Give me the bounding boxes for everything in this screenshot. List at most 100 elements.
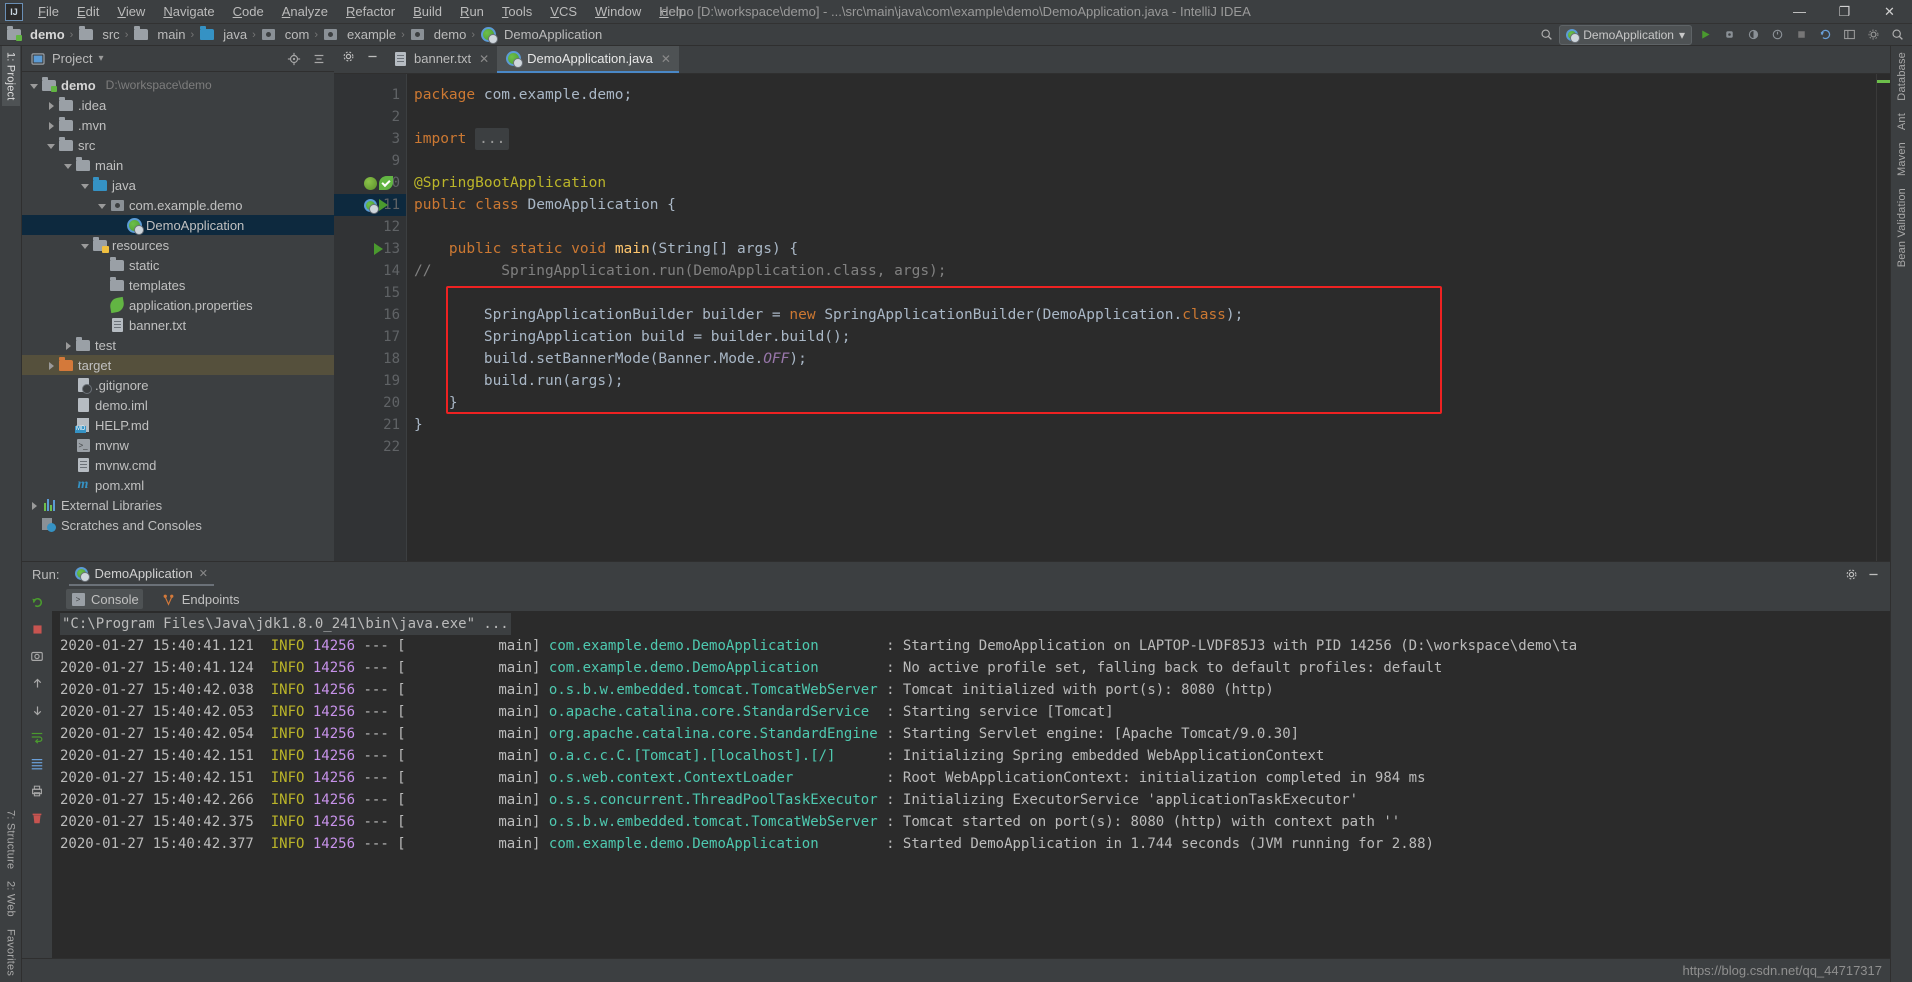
close-icon[interactable]: ✕: [661, 52, 671, 66]
layout-icon[interactable]: [1838, 25, 1860, 45]
menu-item-vcs[interactable]: VCS: [541, 1, 586, 22]
gutter-line-16[interactable]: 16: [334, 304, 406, 326]
project-tree[interactable]: demo D:\workspace\demo .idea .mvn src main jav…: [22, 72, 334, 561]
tree-node-pom-xml[interactable]: m pom.xml: [22, 475, 334, 495]
tree-node-demoapplication[interactable]: DemoApplication: [22, 215, 334, 235]
clear-all-icon[interactable]: [28, 809, 46, 827]
code-line-14[interactable]: // SpringApplication.run(DemoApplication…: [406, 260, 1890, 282]
settings-gear-icon[interactable]: [1862, 25, 1884, 45]
gutter-line-17[interactable]: 17: [334, 326, 406, 348]
editor-gutter[interactable]: 123910111213141516171819202122: [334, 74, 406, 561]
gutter-line-3[interactable]: 3: [334, 128, 406, 150]
run-gutter-icon[interactable]: [379, 199, 388, 211]
code-line-2[interactable]: [406, 106, 1890, 128]
code-line-3[interactable]: import ...: [406, 128, 1890, 150]
editor-scrollbar[interactable]: [1877, 74, 1890, 561]
gutter-line-15[interactable]: 15: [334, 282, 406, 304]
editor-tab-demoapplication-java[interactable]: DemoApplication.java ✕: [497, 46, 679, 73]
run-tab-demoapplication[interactable]: DemoApplication ✕: [69, 563, 214, 586]
search-icon[interactable]: [1886, 25, 1908, 45]
profiler-icon[interactable]: [1766, 25, 1788, 45]
breadcrumb-item-demo[interactable]: demo: [408, 27, 469, 43]
tree-node-java[interactable]: java: [22, 175, 334, 195]
code-line-15[interactable]: [406, 282, 1890, 304]
code-line-17[interactable]: SpringApplication build = builder.build(…: [406, 326, 1890, 348]
tree-node--idea[interactable]: .idea: [22, 95, 334, 115]
sidebar-item-database[interactable]: Database: [1893, 46, 1911, 107]
run-coverage-icon[interactable]: [1742, 25, 1764, 45]
menu-item-refactor[interactable]: Refactor: [337, 1, 404, 22]
code-line-9[interactable]: [406, 150, 1890, 172]
tree-node-external-libraries[interactable]: External Libraries: [22, 495, 334, 515]
menu-item-view[interactable]: View: [108, 1, 154, 22]
locate-in-tree-icon[interactable]: [283, 49, 305, 69]
chevron-right-icon[interactable]: [45, 359, 58, 372]
gutter-line-13[interactable]: 13: [334, 238, 406, 260]
sidebar-item-project[interactable]: 1: Project: [1, 46, 20, 107]
gutter-line-11[interactable]: 11: [334, 194, 406, 216]
tree-node-help-md[interactable]: HELP.md: [22, 415, 334, 435]
soft-wrap-icon[interactable]: [28, 728, 46, 746]
gutter-line-14[interactable]: 14: [334, 260, 406, 282]
tree-node-demo-iml[interactable]: demo.iml: [22, 395, 334, 415]
stop-icon[interactable]: [28, 620, 46, 638]
gutter-line-1[interactable]: 1: [334, 84, 406, 106]
gutter-line-18[interactable]: 18: [334, 348, 406, 370]
sidebar-item-ant[interactable]: Ant: [1893, 107, 1911, 136]
camera-icon[interactable]: [28, 647, 46, 665]
tree-node-target[interactable]: target: [22, 355, 334, 375]
chevron-down-icon[interactable]: [96, 199, 109, 212]
editor-tab-banner-txt[interactable]: banner.txt ✕: [384, 46, 497, 73]
run-configuration-selector[interactable]: DemoApplication ▾: [1559, 24, 1692, 45]
code-line-11[interactable]: public class DemoApplication {: [406, 194, 1890, 216]
editor-area[interactable]: 123910111213141516171819202122 package c…: [334, 74, 1890, 561]
breadcrumb-item-java[interactable]: java: [197, 26, 249, 43]
chevron-down-icon[interactable]: ▾: [1679, 28, 1685, 42]
sidebar-item-favorites[interactable]: Favorites: [2, 923, 20, 982]
chevron-down-icon[interactable]: [28, 79, 41, 92]
console-output[interactable]: "C:\Program Files\Java\jdk1.8.0_241\bin\…: [52, 611, 1890, 958]
gutter-line-22[interactable]: 22: [334, 436, 406, 458]
scroll-to-end-icon[interactable]: [28, 755, 46, 773]
chevron-right-icon[interactable]: [28, 499, 41, 512]
gutter-line-20[interactable]: 20: [334, 392, 406, 414]
chevron-right-icon[interactable]: [62, 339, 75, 352]
console-tab-console[interactable]: > Console: [66, 589, 143, 609]
console-tab-endpoints[interactable]: Endpoints: [157, 589, 244, 609]
menu-item-analyze[interactable]: Analyze: [273, 1, 337, 22]
code-line-19[interactable]: build.run(args);: [406, 370, 1890, 392]
chevron-right-icon[interactable]: [45, 99, 58, 112]
down-icon[interactable]: [28, 701, 46, 719]
tree-node-test[interactable]: test: [22, 335, 334, 355]
run-hide-panel-icon[interactable]: [1862, 565, 1884, 585]
code-content[interactable]: package com.example.demo; import ... @Sp…: [406, 74, 1890, 561]
inspection-ok-icon[interactable]: [379, 176, 393, 190]
run-gutter-icon[interactable]: [374, 243, 383, 255]
tree-node-banner-txt[interactable]: banner.txt: [22, 315, 334, 335]
search-everywhere-icon[interactable]: [1535, 25, 1557, 45]
stop-icon[interactable]: [1790, 25, 1812, 45]
menu-item-tools[interactable]: Tools: [493, 1, 541, 22]
sidebar-item-bean-validation[interactable]: Bean Validation: [1893, 182, 1911, 273]
run-settings-gear-icon[interactable]: [1840, 565, 1862, 585]
menu-item-build[interactable]: Build: [404, 1, 451, 22]
editor-settings-gear-icon[interactable]: [336, 46, 360, 66]
gutter-line-2[interactable]: 2: [334, 106, 406, 128]
sidebar-item-maven[interactable]: Maven: [1893, 136, 1911, 182]
maximize-button[interactable]: ❐: [1822, 0, 1867, 24]
editor-hide-panel-icon[interactable]: [360, 46, 384, 66]
tree-node--gitignore[interactable]: .gitignore: [22, 375, 334, 395]
code-line-18[interactable]: build.setBannerMode(Banner.Mode.OFF);: [406, 348, 1890, 370]
code-line-13[interactable]: public static void main(String[] args) {: [406, 238, 1890, 260]
menu-item-navigate[interactable]: Navigate: [154, 1, 223, 22]
gutter-line-12[interactable]: 12: [334, 216, 406, 238]
breadcrumb-item-example[interactable]: example: [321, 27, 398, 43]
close-icon[interactable]: ✕: [479, 52, 489, 66]
update-project-icon[interactable]: [1814, 25, 1836, 45]
tree-node-mvnw[interactable]: >_ mvnw: [22, 435, 334, 455]
menu-item-file[interactable]: File: [29, 1, 68, 22]
close-button[interactable]: ✕: [1867, 0, 1912, 24]
menu-item-help[interactable]: Help: [650, 1, 695, 22]
code-line-10[interactable]: @SpringBootApplication: [406, 172, 1890, 194]
gutter-line-9[interactable]: 9: [334, 150, 406, 172]
